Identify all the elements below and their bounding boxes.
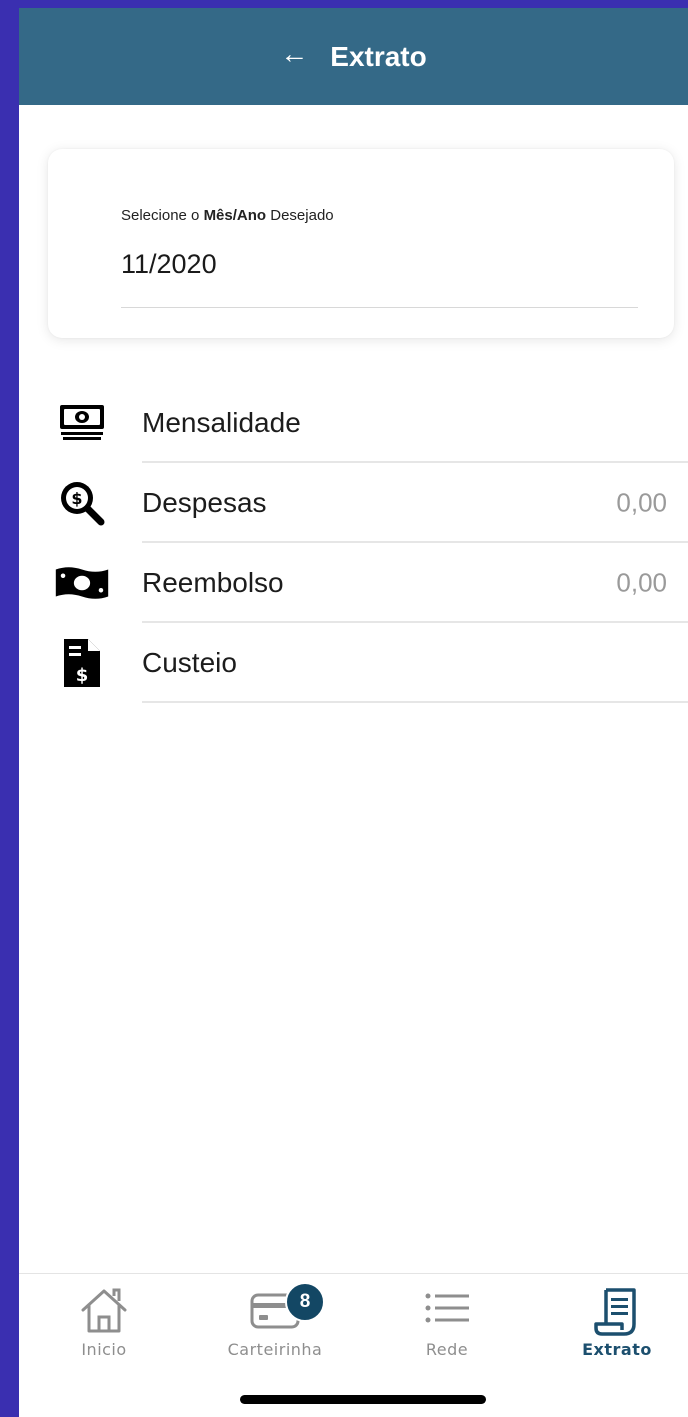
item-label: Custeio [142,647,237,678]
tab-label: Rede [425,1340,469,1359]
item-label: Reembolso [142,567,284,598]
list-icon [422,1286,472,1335]
period-field-label: Selecione o Mês/Ano Desejado [121,207,334,224]
tab-label: Inicio [81,1340,127,1359]
list-item-despesas[interactable]: $ Despesas 0,00 [19,463,688,543]
list-item-reembolso[interactable]: Reembolso 0,00 [19,543,688,623]
item-label: Mensalidade [142,407,301,438]
app-header: ← Extrato [19,8,688,105]
period-label-bold: Mês/Ano [203,207,267,224]
app-screen: ← Extrato Selecione o Mês/Ano Desejado 1… [19,8,688,1417]
money-stack-icon [54,399,110,447]
item-label: Despesas [142,487,267,518]
page-title: Extrato [330,40,427,72]
home-indicator[interactable] [240,1395,486,1404]
receipt-icon [594,1286,640,1343]
period-label-suffix: Desejado [266,207,334,224]
svg-text:$: $ [71,489,82,508]
list-item-mensalidade[interactable]: Mensalidade [19,383,688,463]
home-icon [78,1286,130,1341]
back-arrow-icon[interactable]: ← [280,39,308,68]
notification-badge: 8 [285,1282,325,1322]
dollar-search-icon: $ [54,479,110,527]
banknote-icon [54,559,110,607]
tab-extrato[interactable]: Extrato [542,1274,688,1369]
period-input[interactable]: 11/2020 [121,249,217,280]
list-item-custeio[interactable]: $ Custeio [19,623,688,703]
item-amount: 0,00 [616,567,667,598]
tab-rede[interactable]: Rede [372,1274,522,1369]
period-selector-card: Selecione o Mês/Ano Desejado 11/2020 [48,149,674,338]
svg-text:$: $ [76,665,89,686]
tab-carteirinha[interactable]: Carteirinha [200,1274,350,1369]
divider [142,701,688,703]
tab-label: Extrato [582,1340,652,1359]
tab-label: Carteirinha [227,1340,323,1359]
tab-inicio[interactable]: Inicio [29,1274,179,1369]
invoice-document-icon: $ [54,639,110,687]
period-label-prefix: Selecione o [121,207,204,224]
statement-list: Mensalidade $ Despesas 0,00 Reembolso 0,… [19,383,688,703]
item-amount: 0,00 [616,487,667,518]
period-input-underline [121,307,638,308]
